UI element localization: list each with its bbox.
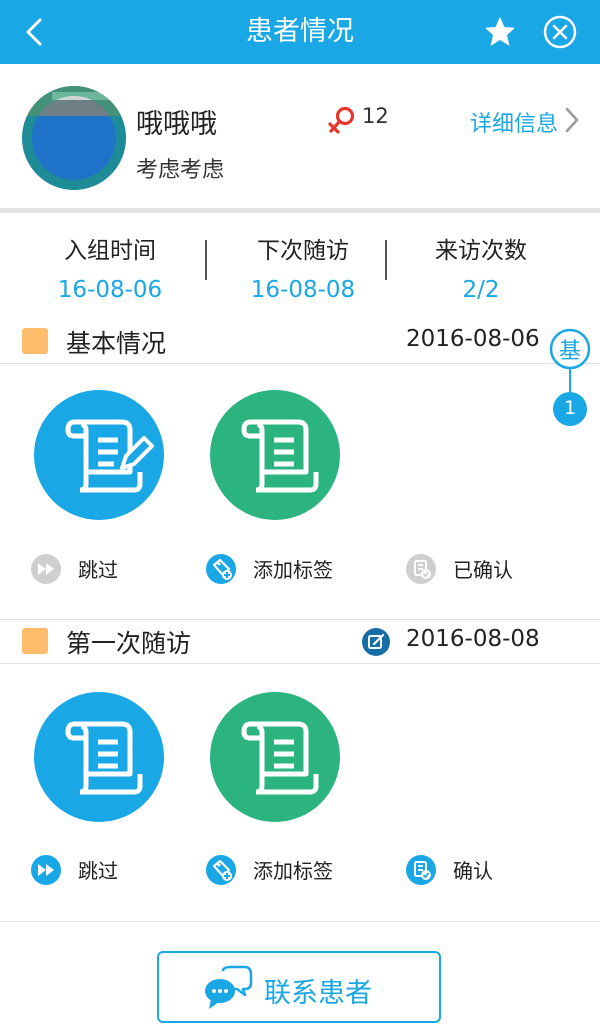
stat-value: 2/2	[462, 277, 500, 303]
stat-enroll-date: 入组时间 16-08-06	[10, 231, 210, 303]
section-header-first-visit: 第一次随访 2016-08-08	[0, 620, 600, 664]
stat-label: 入组时间	[64, 238, 156, 264]
stat-value: 16-08-06	[57, 277, 163, 303]
patient-name: 哦哦哦	[136, 109, 217, 140]
section-badge-label: 基	[558, 339, 581, 364]
stat-label: 下次随访	[257, 238, 349, 264]
document-icon	[65, 721, 143, 795]
edit-icon[interactable]	[361, 627, 391, 657]
skip-button[interactable]: 跳过	[30, 551, 150, 587]
action-label: 已确认	[453, 558, 513, 582]
star-icon[interactable]	[482, 14, 518, 50]
stat-value: 16-08-08	[250, 277, 356, 303]
confirm-document-icon	[406, 554, 436, 584]
add-tag-icon	[206, 554, 236, 584]
detail-link[interactable]: 详细信息	[470, 106, 558, 138]
skip-button[interactable]: 跳过	[30, 852, 150, 888]
questionnaire-edit-button[interactable]	[34, 390, 164, 520]
top-bar: 患者情况	[0, 0, 600, 64]
confirm-button[interactable]: 确认	[405, 852, 525, 888]
document-icon	[241, 419, 319, 493]
confirmed-button[interactable]: 已确认	[405, 551, 545, 587]
section-badge-count: 1	[563, 397, 577, 419]
add-tag-icon	[206, 855, 236, 885]
section-title: 第一次随访	[66, 629, 192, 658]
document-edit-icon	[65, 419, 154, 493]
section-header-basic: 基本情况 2016-08-06	[0, 320, 600, 364]
questionnaire-view-button[interactable]	[210, 692, 340, 822]
divider	[0, 921, 600, 922]
chat-bubbles-icon	[205, 965, 253, 1009]
action-label: 跳过	[78, 859, 118, 883]
section-marker	[22, 328, 48, 354]
add-tag-button[interactable]: 添加标签	[205, 551, 355, 587]
fast-forward-icon	[31, 554, 61, 584]
questionnaire-view-button[interactable]	[210, 390, 340, 520]
chevron-right-icon[interactable]	[562, 104, 582, 136]
patient-count: 12	[362, 104, 389, 128]
questionnaire-button[interactable]	[34, 692, 164, 822]
add-tag-button[interactable]: 添加标签	[205, 852, 355, 888]
action-label: 添加标签	[253, 859, 333, 883]
avatar[interactable]	[22, 86, 126, 190]
fast-forward-icon	[31, 855, 61, 885]
female-icon	[328, 106, 355, 134]
close-circle-icon[interactable]	[541, 13, 579, 51]
patient-profile: 哦哦哦 考虑考虑 12 详细信息	[0, 64, 600, 210]
action-label: 跳过	[78, 558, 118, 582]
section-marker	[22, 628, 48, 654]
stat-next-visit: 下次随访 16-08-08	[203, 231, 403, 303]
action-label: 添加标签	[253, 558, 333, 582]
confirm-document-icon	[406, 855, 436, 885]
stat-label: 来访次数	[435, 238, 527, 264]
section-date: 2016-08-08	[406, 626, 540, 652]
section-title: 基本情况	[66, 329, 167, 358]
contact-patient-button[interactable]: 联系患者	[157, 951, 441, 1023]
document-icon	[241, 721, 319, 795]
stats-row: 入组时间 16-08-06 下次随访 16-08-08 来访次数 2/2	[0, 213, 600, 313]
stat-visit-count: 来访次数 2/2	[381, 231, 581, 303]
action-label: 确认	[453, 859, 493, 883]
contact-label: 联系患者	[264, 978, 372, 1009]
section-date: 2016-08-06	[406, 326, 540, 352]
patient-subtitle: 考虑考虑	[136, 158, 225, 183]
